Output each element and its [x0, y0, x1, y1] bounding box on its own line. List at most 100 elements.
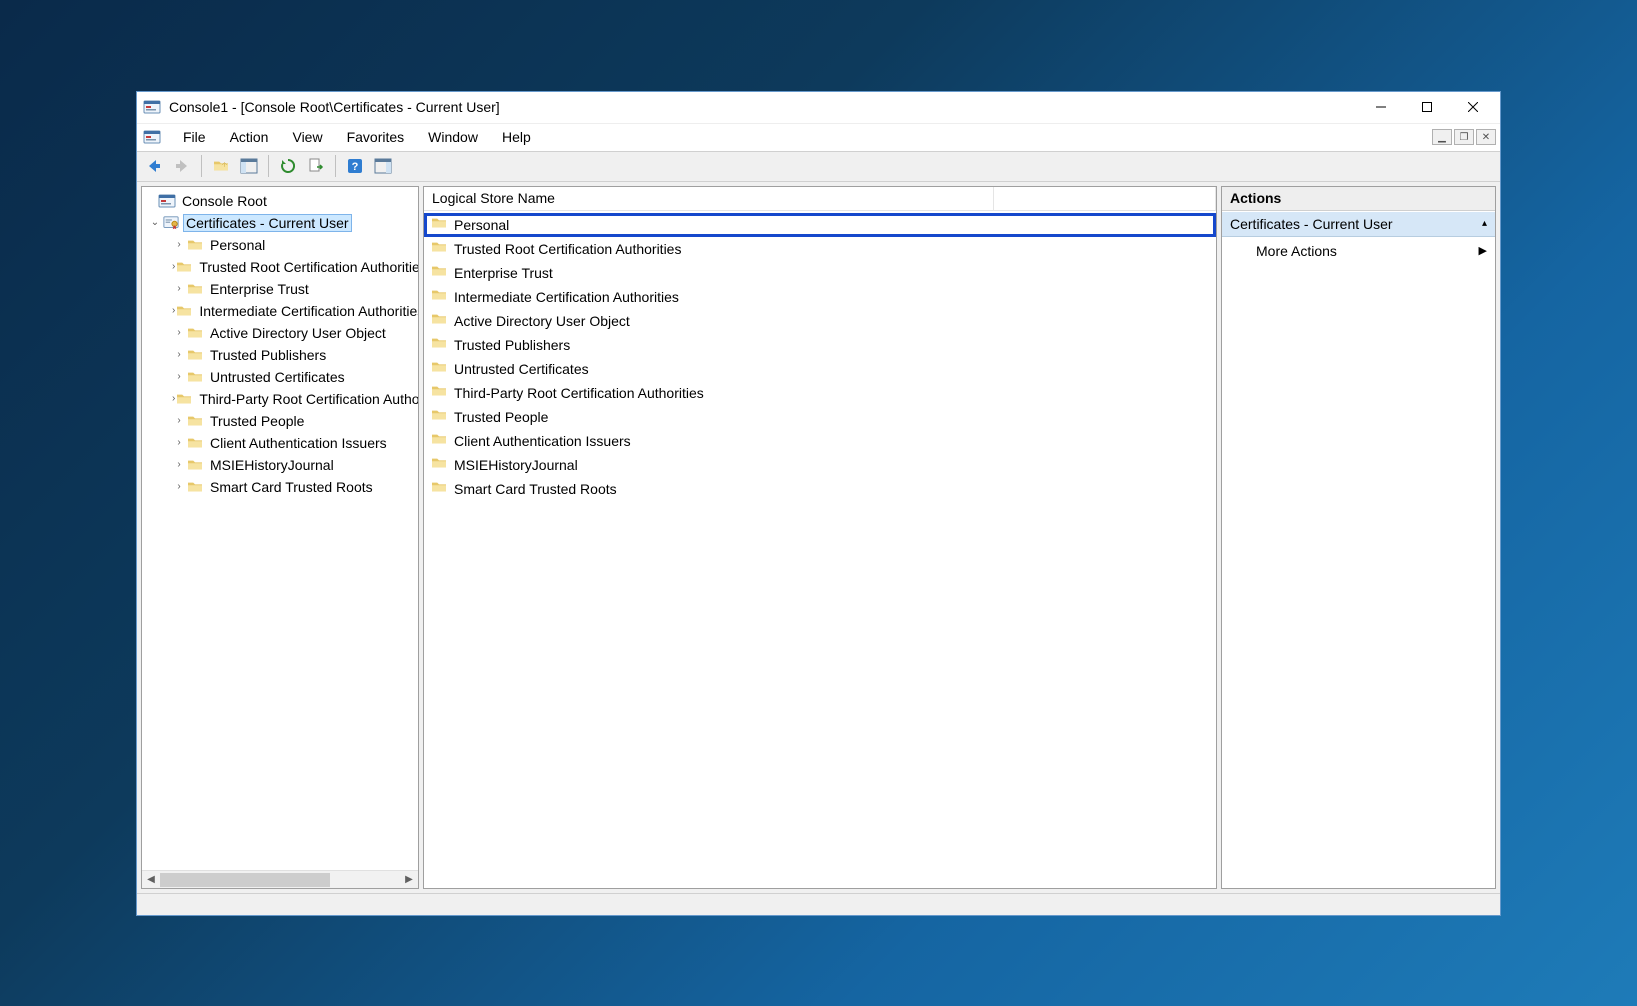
tree-item[interactable]: ›Untrusted Certificates — [142, 366, 418, 388]
actions-title: Actions — [1222, 187, 1495, 211]
list-item[interactable]: Third-Party Root Certification Authoriti… — [424, 381, 1216, 405]
expander-icon[interactable]: › — [172, 437, 186, 448]
refresh-button[interactable] — [275, 153, 301, 179]
list-body[interactable]: PersonalTrusted Root Certification Autho… — [424, 211, 1216, 888]
actions-pane: Actions Certificates - Current User ▴ Mo… — [1221, 186, 1496, 889]
close-button[interactable] — [1450, 92, 1496, 122]
expander-icon[interactable]: › — [172, 239, 186, 250]
actions-section-header[interactable]: Certificates - Current User ▴ — [1222, 211, 1495, 237]
tree-item-label: Third-Party Root Certification Authoriti… — [197, 391, 418, 407]
list-item[interactable]: Client Authentication Issuers — [424, 429, 1216, 453]
scroll-right-button[interactable]: ▶ — [400, 870, 418, 888]
folder-icon — [430, 312, 448, 329]
tree-item[interactable]: › Smart Card Trusted Roots — [142, 476, 418, 498]
folder-icon — [186, 325, 204, 341]
tree-item[interactable]: ›Personal — [142, 234, 418, 256]
folder-icon — [430, 480, 448, 497]
folder-icon — [430, 240, 448, 257]
tree-item[interactable]: ›Trusted Root Certification Authorities — [142, 256, 418, 278]
scroll-left-button[interactable]: ◀ — [142, 870, 160, 888]
expander-icon[interactable]: › — [172, 349, 186, 360]
tree-item[interactable]: ›Trusted Publishers — [142, 344, 418, 366]
list-pane: Logical Store Name PersonalTrusted Root … — [423, 186, 1217, 889]
show-hide-actions-button[interactable] — [370, 153, 396, 179]
list-item[interactable]: Intermediate Certification Authorities — [424, 285, 1216, 309]
collapse-icon[interactable]: ▴ — [1482, 218, 1487, 229]
list-item-label: Smart Card Trusted Roots — [454, 481, 617, 497]
expander-icon[interactable]: › — [172, 283, 186, 294]
minimize-button[interactable] — [1358, 92, 1404, 122]
toolbar: ? — [137, 152, 1500, 182]
tree-item[interactable]: ›Enterprise Trust — [142, 278, 418, 300]
show-hide-tree-button[interactable] — [236, 153, 262, 179]
mdi-minimize-button[interactable]: ▁ — [1432, 129, 1452, 145]
tree-item[interactable]: ›Third-Party Root Certification Authorit… — [142, 388, 418, 410]
column-header-empty[interactable] — [994, 187, 1216, 210]
mdi-restore-button[interactable]: ❐ — [1454, 129, 1474, 145]
folder-icon — [186, 237, 204, 253]
help-button[interactable]: ? — [342, 153, 368, 179]
tree[interactable]: ▾ Console Root ⌄ Certificates - Current … — [142, 187, 418, 870]
list-item[interactable]: Active Directory User Object — [424, 309, 1216, 333]
list-item[interactable]: Personal — [424, 213, 1216, 237]
list-item[interactable]: Smart Card Trusted Roots — [424, 477, 1216, 501]
horizontal-scrollbar[interactable]: ◀ ▶ — [142, 870, 418, 888]
list-item[interactable]: Trusted Root Certification Authorities — [424, 237, 1216, 261]
tree-item[interactable]: › Client Authentication Issuers — [142, 432, 418, 454]
actions-more-actions[interactable]: More Actions ▶ — [1222, 237, 1495, 265]
list-item[interactable]: MSIEHistoryJournal — [424, 453, 1216, 477]
menubar: File Action View Favorites Window Help ▁… — [137, 124, 1500, 152]
tree-selected-label: Certificates - Current User — [184, 215, 351, 231]
list-item[interactable]: Trusted Publishers — [424, 333, 1216, 357]
menu-favorites[interactable]: Favorites — [335, 127, 417, 147]
folder-icon — [186, 413, 204, 429]
forward-button[interactable] — [169, 153, 195, 179]
expander-icon[interactable]: › — [172, 327, 186, 338]
tree-item-label: Active Directory User Object — [208, 325, 388, 341]
tree-item[interactable]: › MSIEHistoryJournal — [142, 454, 418, 476]
export-list-button[interactable] — [303, 153, 329, 179]
menu-action[interactable]: Action — [218, 127, 281, 147]
tree-item[interactable]: ›Intermediate Certification Authorities — [142, 300, 418, 322]
tree-item[interactable]: ›Trusted People — [142, 410, 418, 432]
list-item-label: Active Directory User Object — [454, 313, 630, 329]
mdi-close-button[interactable]: ✕ — [1476, 129, 1496, 145]
expander-icon[interactable]: › — [172, 459, 186, 470]
tree-item-label: Intermediate Certification Authorities — [197, 303, 418, 319]
menu-file[interactable]: File — [171, 127, 218, 147]
expander-icon[interactable]: › — [172, 415, 186, 426]
column-header-logical-store-name[interactable]: Logical Store Name — [424, 187, 994, 210]
expander-icon[interactable]: ⌄ — [148, 217, 162, 228]
content-area: ▾ Console Root ⌄ Certificates - Current … — [137, 182, 1500, 893]
folder-icon — [175, 391, 193, 407]
expander-icon[interactable]: › — [172, 371, 186, 382]
folder-icon — [186, 369, 204, 385]
back-button[interactable] — [141, 153, 167, 179]
up-button[interactable] — [208, 153, 234, 179]
tree-item-label: Client Authentication Issuers — [208, 435, 389, 451]
folder-icon — [186, 479, 204, 495]
menu-window[interactable]: Window — [416, 127, 490, 147]
folder-icon — [430, 216, 448, 233]
tree-item[interactable]: › Active Directory User Object — [142, 322, 418, 344]
actions-link-label: More Actions — [1256, 243, 1337, 259]
list-item-label: Trusted People — [454, 409, 548, 425]
menu-help[interactable]: Help — [490, 127, 543, 147]
mmc-app-icon — [143, 98, 161, 116]
tree-certificates-current-user[interactable]: ⌄ Certificates - Current User — [142, 212, 418, 234]
tree-root[interactable]: ▾ Console Root — [142, 190, 418, 212]
tree-item-label: MSIEHistoryJournal — [208, 457, 336, 473]
window-title: Console1 - [Console Root\Certificates - … — [169, 99, 1358, 115]
tree-item-label: Smart Card Trusted Roots — [208, 479, 375, 495]
folder-icon — [186, 457, 204, 473]
expander-icon[interactable]: › — [172, 481, 186, 492]
list-item[interactable]: Untrusted Certificates — [424, 357, 1216, 381]
list-item[interactable]: Trusted People — [424, 405, 1216, 429]
actions-section-label: Certificates - Current User — [1230, 216, 1393, 232]
list-item[interactable]: Enterprise Trust — [424, 261, 1216, 285]
list-header[interactable]: Logical Store Name — [424, 187, 1216, 211]
menu-view[interactable]: View — [280, 127, 334, 147]
maximize-button[interactable] — [1404, 92, 1450, 122]
folder-icon — [430, 408, 448, 425]
scrollbar-thumb[interactable] — [160, 873, 330, 887]
